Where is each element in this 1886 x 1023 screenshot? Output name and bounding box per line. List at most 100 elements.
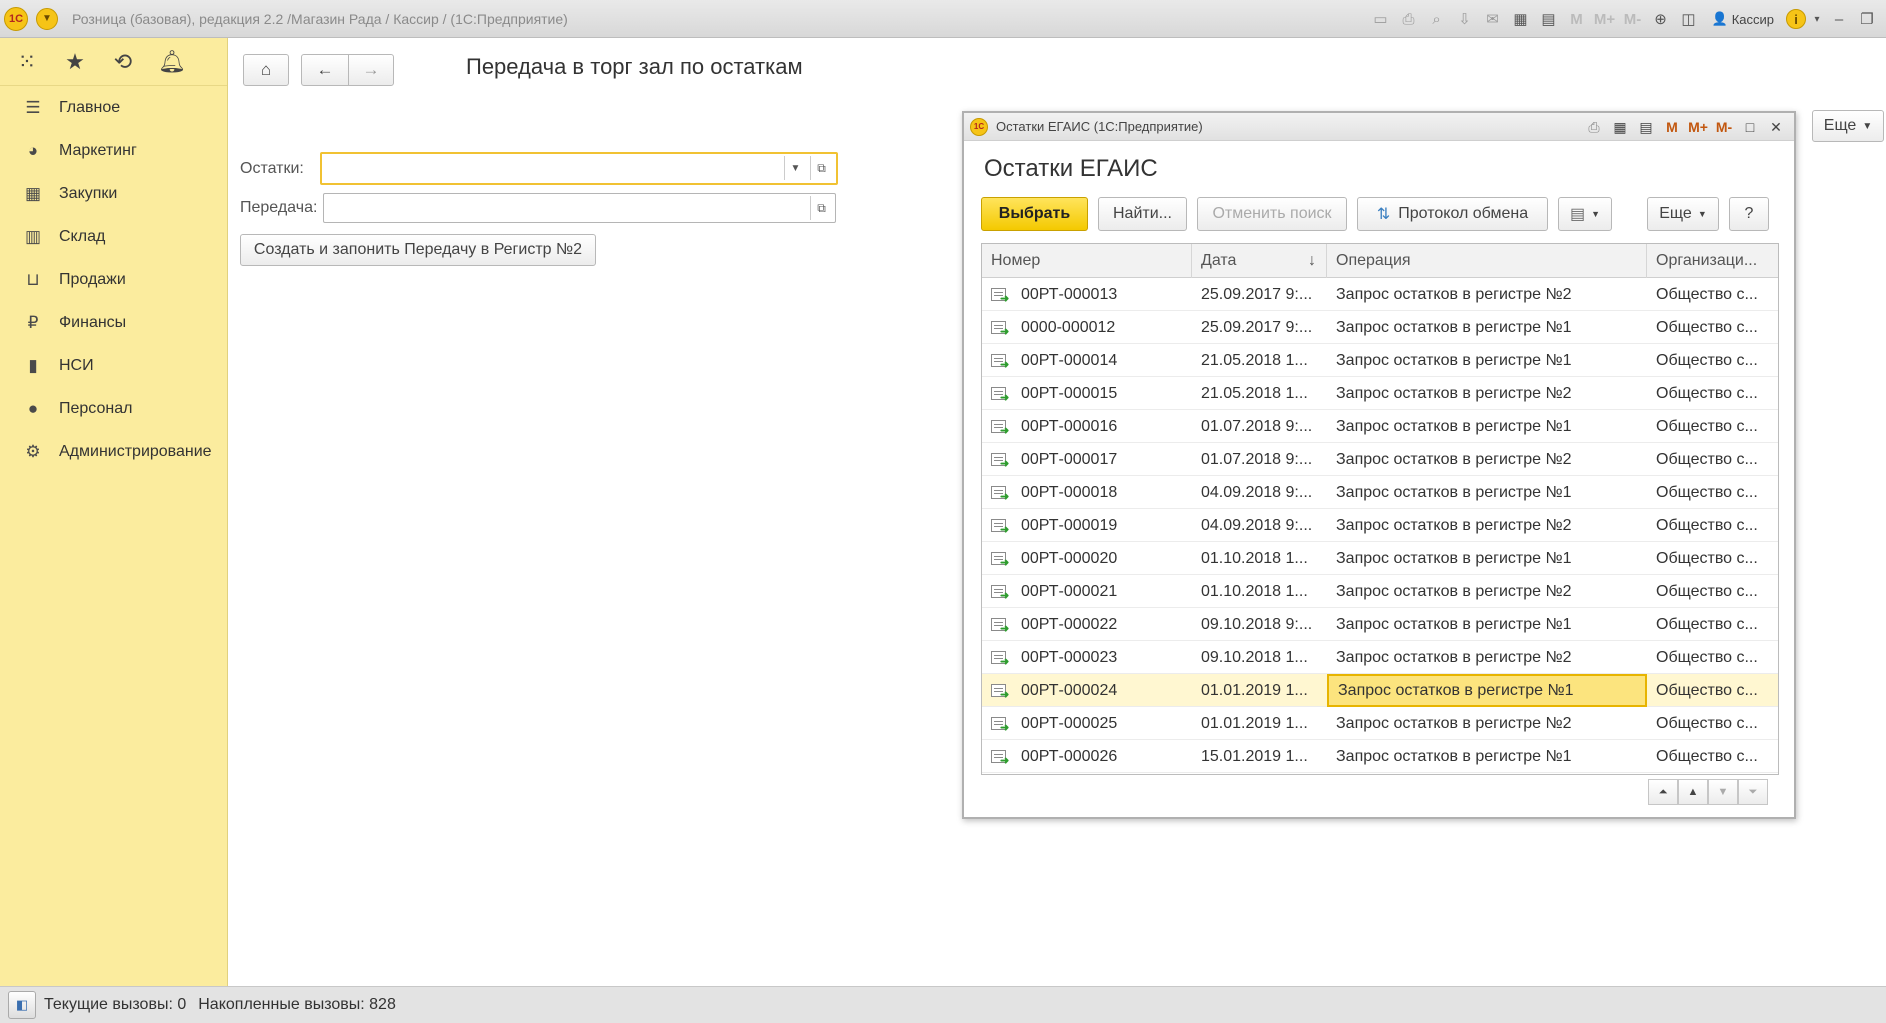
table-row[interactable]: ➜ 00РТ-000026 15.01.2019 1... Запрос остатк… [982,740,1778,773]
star-icon[interactable]: ★ [62,49,88,75]
current-calls: Текущие вызовы: 0 [44,996,187,1013]
table-row[interactable]: ➜ 00РТ-000018 04.09.2018 9:... Запрос остат… [982,476,1778,509]
print-icon[interactable]: ⎙ [1398,8,1420,30]
minimize-icon[interactable]: – [1828,8,1850,30]
table-row[interactable]: ➜ 00РТ-000021 01.10.2018 1... Запрос остатк… [982,575,1778,608]
sidebar-item-sales[interactable]: ⊔ Продажи [0,258,227,301]
scroll-down-icon[interactable]: ▼ [1708,779,1738,805]
cell-operation: Запрос остатков в регистре №1 [1336,417,1572,435]
pie-chart-icon: ◕ [27,140,39,160]
gear-icon: ⚙ [25,441,41,461]
table-row[interactable]: ➜ 00РТ-000020 01.10.2018 1... Запрос остатк… [982,542,1778,575]
main-menu-chevron-icon[interactable]: ▼ [36,7,58,30]
zoom-icon[interactable]: ⊕ [1650,8,1672,30]
table-row[interactable]: ➜ 00РТ-000013 25.09.2017 9:... Запрос остат… [982,278,1778,311]
restore-icon[interactable]: ❐ [1856,8,1878,30]
info-icon[interactable]: i [1786,9,1806,29]
scroll-to-top-icon[interactable]: ⏶ [1648,779,1678,805]
scroll-to-bottom-icon[interactable]: ⏷ [1738,779,1768,805]
memory-plus-icon[interactable]: M+ [1594,11,1616,28]
save-icon[interactable]: ▭ [1370,8,1392,30]
cell-organization: Общество с... [1656,417,1758,435]
mail-icon[interactable]: ✉ [1482,8,1504,30]
scroll-up-icon[interactable]: ▲ [1678,779,1708,805]
back-button[interactable]: ← [301,54,349,86]
open-icon[interactable]: ⧉ [810,196,832,220]
find-button[interactable]: Найти... [1098,197,1187,231]
sidebar-item-administration[interactable]: ⚙ Администрирование [0,430,227,473]
create-transfer-button[interactable]: Создать и запонить Передачу в Регистр №2 [240,234,596,266]
apps-grid-icon[interactable]: ⁙ [14,49,40,75]
cell-number: ➜ 00РТ-000021 [982,575,1192,608]
memory-minus-icon[interactable]: M- [1622,11,1644,28]
sidebar-item-label: Закупки [59,184,118,202]
memory-plus-icon[interactable]: M+ [1688,119,1708,135]
report-menu-button[interactable]: ▤ ▼ [1558,197,1612,231]
table-row[interactable]: ➜ 00РТ-000017 01.07.2018 9:... Запрос остат… [982,443,1778,476]
sidebar-item-finance[interactable]: ₽ Финансы [0,301,227,344]
maximize-icon[interactable]: □ [1740,119,1760,135]
table-row[interactable]: ➜ 00РТ-000025 01.01.2019 1... Запрос остатк… [982,707,1778,740]
performance-icon[interactable]: ◧ [8,991,36,1019]
bell-icon[interactable]: 🔔︎ [158,49,186,75]
peredacha-input[interactable]: ⧉ [323,193,836,223]
table-row[interactable]: ➜ 0000-000012 25.09.2017 9:... Запрос остат… [982,311,1778,344]
cell-number-text: 00РТ-000023 [1021,648,1118,666]
more-button[interactable]: Еще ▼ [1812,110,1884,142]
table-row[interactable]: ➜ 00РТ-000019 04.09.2018 9:... Запрос остат… [982,509,1778,542]
cell-number-text: 0000-000012 [1021,318,1116,336]
sidebar-item-warehouse[interactable]: ▥ Склад [0,215,227,258]
modal-more-button[interactable]: Еще ▼ [1647,197,1719,231]
egais-window-title: Остатки ЕГАИС (1С:Предприятие) [996,119,1203,134]
table-row[interactable]: ➜ 00РТ-000022 09.10.2018 9:... Запрос остат… [982,608,1778,641]
ostatki-input[interactable]: ▼ ⧉ [320,152,838,185]
sidebar-item-main[interactable]: ☰ Главное [0,86,227,129]
cell-operation: Запрос остатков в регистре №2 [1336,516,1572,534]
preview-icon[interactable]: ⌕ [1426,8,1448,30]
sidebar-item-purchases[interactable]: ▦ Закупки [0,172,227,215]
table-row[interactable]: ➜ 00РТ-000016 01.07.2018 9:... Запрос остат… [982,410,1778,443]
memory-m-icon[interactable]: M [1662,119,1682,135]
select-button[interactable]: Выбрать [981,197,1088,231]
home-button[interactable]: ⌂ [243,54,289,86]
print-icon[interactable]: ⎙ [1584,119,1604,136]
panels-icon[interactable]: ◫ [1678,8,1700,30]
close-icon[interactable]: ✕ [1766,119,1786,136]
calendar-icon[interactable]: ▤ [1538,8,1560,30]
calculator-icon[interactable]: ▦ [1610,119,1630,136]
chevron-down-icon[interactable]: ▼ [784,156,806,180]
exchange-protocol-button[interactable]: ⇅ Протокол обмена [1357,197,1548,231]
sidebar-item-personnel[interactable]: ● Персонал [0,387,227,430]
memory-m-icon[interactable]: M [1566,11,1588,28]
info-chevron-icon[interactable]: ▾ [1812,8,1822,30]
sidebar-item-marketing[interactable]: ◕ Маркетинг [0,129,227,172]
table-row[interactable]: ➜ 00РТ-000014 21.05.2018 1... Запрос остатк… [982,344,1778,377]
cell-number: ➜ 00РТ-000015 [982,377,1192,410]
user-menu[interactable]: 👤 Кассир [1712,11,1774,27]
column-number[interactable]: Номер [982,244,1192,278]
open-icon[interactable]: ⧉ [810,156,832,180]
ostatki-label: Остатки: [240,160,304,177]
import-icon[interactable]: ⇩ [1454,8,1476,30]
table-row[interactable]: ➜ 00РТ-000024 01.01.2019 1... Запрос остатк… [982,674,1778,707]
column-date[interactable]: Дата ↓ [1192,244,1327,278]
calendar-icon[interactable]: ▤ [1636,119,1656,136]
calculator-icon[interactable]: ▦ [1510,8,1532,30]
memory-minus-icon[interactable]: M- [1714,119,1734,135]
report-icon: ▤ [1569,206,1586,223]
chevron-down-icon: ▼ [1591,209,1601,219]
table-row[interactable]: ➜ 00РТ-000015 21.05.2018 1... Запрос остатк… [982,377,1778,410]
cancel-search-button[interactable]: Отменить поиск [1197,197,1347,231]
table-row[interactable]: ➜ 00РТ-000023 09.10.2018 1... Запрос остатк… [982,641,1778,674]
column-organization[interactable]: Организаци... [1647,244,1778,278]
history-icon[interactable]: ⟲ [110,49,136,75]
cell-operation: Запрос остатков в регистре №2 [1336,582,1572,600]
column-operation[interactable]: Операция [1327,244,1647,278]
sidebar-item-nsi[interactable]: ▮ НСИ [0,344,227,387]
cell-number: ➜ 00РТ-000016 [982,410,1192,443]
document-icon: ➜ [991,518,1011,535]
sidebar-item-label: Маркетинг [59,141,137,159]
help-button[interactable]: ? [1729,197,1769,231]
app-logo-icon[interactable]: 1C [4,6,28,31]
forward-button[interactable]: → [348,54,394,86]
